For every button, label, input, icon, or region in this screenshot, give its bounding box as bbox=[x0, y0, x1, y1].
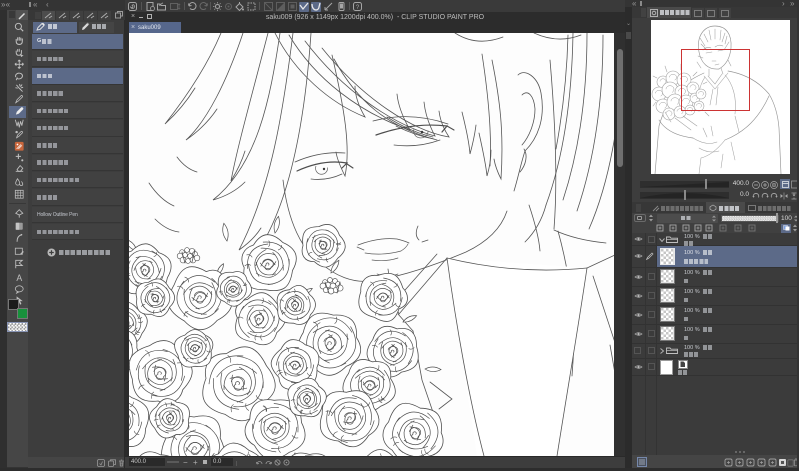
svg-text:A: A bbox=[16, 273, 22, 283]
